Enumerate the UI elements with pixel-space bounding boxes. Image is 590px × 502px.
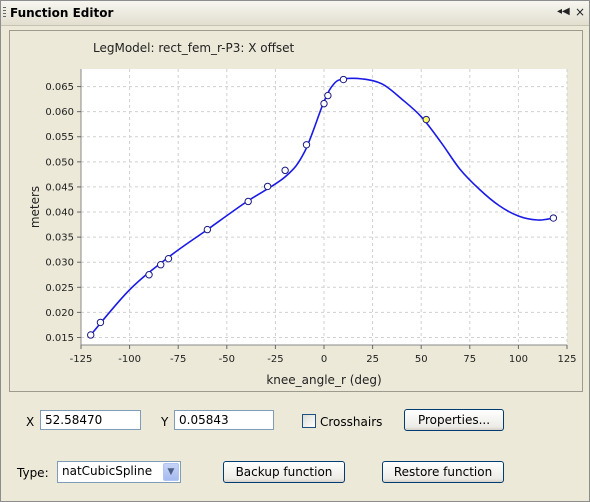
y-tick-label: 0.035 bbox=[45, 233, 74, 244]
chevron-down-icon[interactable]: ▼ bbox=[163, 463, 179, 481]
close-icon[interactable]: × bbox=[574, 6, 586, 18]
control-point[interactable] bbox=[157, 261, 165, 269]
control-point[interactable] bbox=[87, 331, 95, 339]
x-label: X bbox=[26, 415, 35, 429]
y-tick-label: 0.040 bbox=[45, 208, 74, 219]
y-tick-label: 0.055 bbox=[45, 132, 74, 143]
x-tick-label: 50 bbox=[415, 354, 428, 365]
x-tick-label: 75 bbox=[463, 354, 476, 365]
control-point[interactable] bbox=[281, 166, 289, 175]
grip-icon bbox=[3, 7, 6, 19]
window-title: Function Editor bbox=[10, 6, 114, 20]
y-tick-label: 0.020 bbox=[45, 308, 74, 319]
selected-control-point[interactable] bbox=[422, 115, 430, 124]
y-tick-label: 0.015 bbox=[45, 333, 74, 344]
y-tick-label: 0.050 bbox=[45, 157, 74, 168]
restore-function-button[interactable]: Restore function bbox=[382, 461, 504, 483]
crosshairs-label: Crosshairs bbox=[320, 415, 383, 429]
x-tick-label: -100 bbox=[118, 354, 141, 365]
control-point[interactable] bbox=[244, 197, 252, 206]
backup-function-button[interactable]: Backup function bbox=[223, 461, 345, 483]
x-tick-label: 125 bbox=[557, 354, 576, 365]
control-point[interactable] bbox=[203, 225, 212, 234]
control-point[interactable] bbox=[164, 254, 173, 263]
control-point[interactable] bbox=[320, 99, 328, 108]
y-tick-label: 0.030 bbox=[45, 258, 74, 269]
control-point[interactable] bbox=[263, 182, 272, 191]
type-select-value: natCubicSpline bbox=[62, 464, 153, 478]
type-label: Type: bbox=[17, 466, 49, 480]
y-axis-label: meters bbox=[28, 186, 42, 228]
title-bar: Function Editor ◂◀ × bbox=[1, 1, 589, 26]
control-point[interactable] bbox=[549, 214, 558, 222]
y-tick-label: 0.025 bbox=[45, 283, 74, 294]
x-tick-label: 0 bbox=[321, 354, 327, 365]
x-tick-label: 100 bbox=[509, 354, 528, 365]
x-value-input[interactable] bbox=[40, 410, 141, 430]
x-tick-label: 25 bbox=[366, 354, 379, 365]
x-axis-label: knee_angle_r (deg) bbox=[266, 373, 381, 387]
x-tick-label: -25 bbox=[267, 354, 283, 365]
y-tick-label: 0.060 bbox=[45, 107, 74, 118]
y-value-input[interactable] bbox=[174, 410, 274, 430]
function-editor-window: Function Editor ◂◀ × LegModel: rect_fem_… bbox=[0, 0, 590, 502]
x-tick-label: -75 bbox=[170, 354, 186, 365]
type-select[interactable]: natCubicSpline ▼ bbox=[57, 461, 181, 483]
function-plot[interactable]: LegModel: rect_fem_r-P3: X offset -125 -1… bbox=[10, 31, 582, 391]
control-point[interactable] bbox=[96, 318, 105, 327]
x-tick-label: -50 bbox=[219, 354, 235, 365]
control-point[interactable] bbox=[302, 141, 311, 149]
x-tick-label: -125 bbox=[70, 354, 93, 365]
plot-title: LegModel: rect_fem_r-P3: X offset bbox=[93, 41, 295, 55]
undock-icon[interactable]: ◂◀ bbox=[557, 6, 570, 18]
y-tick-label: 0.045 bbox=[45, 182, 74, 193]
control-point[interactable] bbox=[324, 91, 332, 100]
control-point[interactable] bbox=[339, 75, 348, 84]
crosshairs-checkbox[interactable] bbox=[302, 414, 316, 428]
plot-panel[interactable]: LegModel: rect_fem_r-P3: X offset -125 -1… bbox=[9, 30, 583, 392]
y-label: Y bbox=[161, 415, 169, 429]
properties-button[interactable]: Properties... bbox=[404, 409, 504, 431]
control-point[interactable] bbox=[145, 271, 153, 279]
y-tick-label: 0.065 bbox=[45, 82, 74, 93]
